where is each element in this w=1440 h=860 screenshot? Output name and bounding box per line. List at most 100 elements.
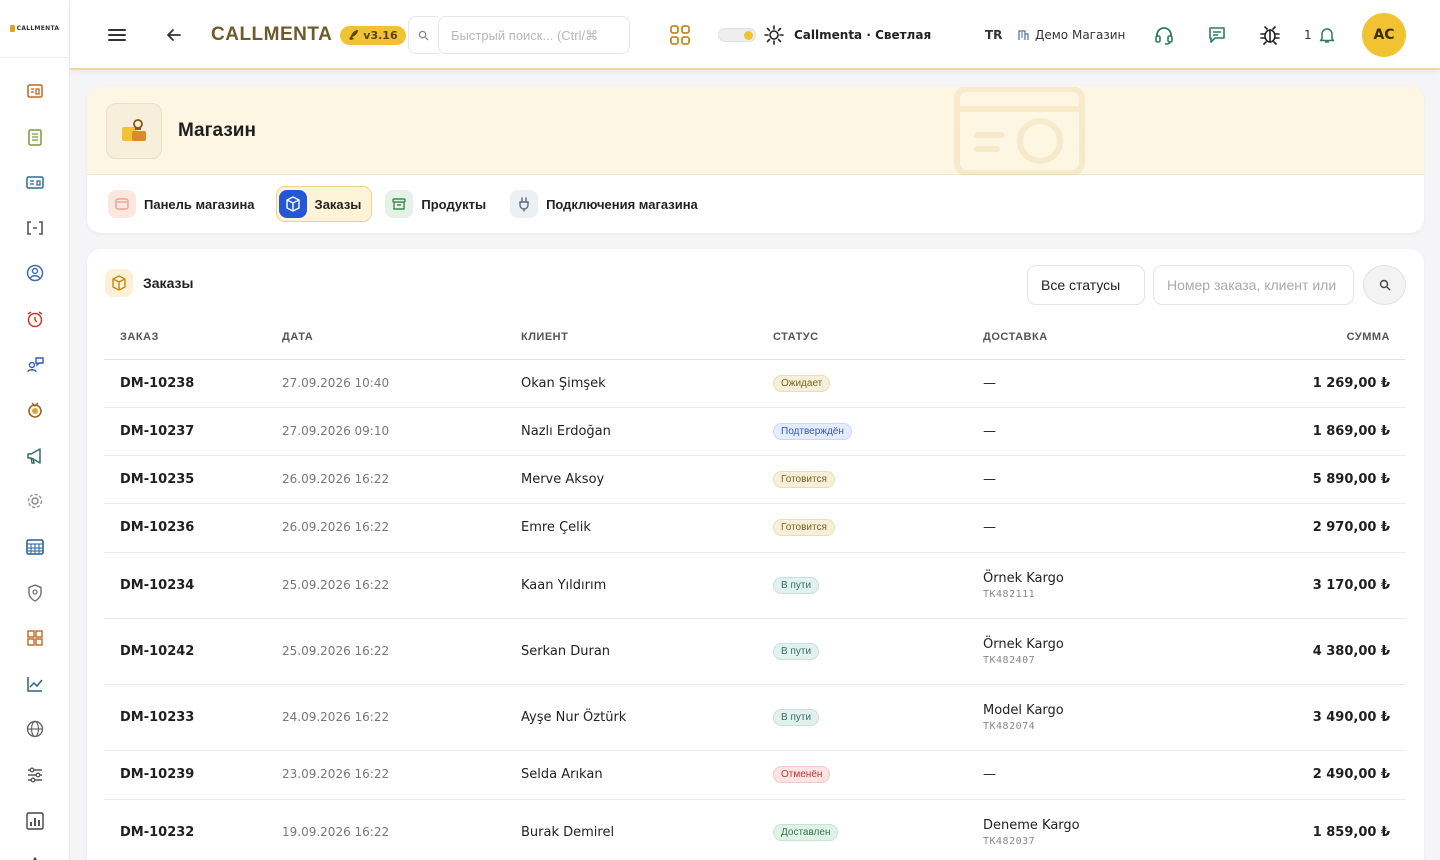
sidebar-item-code-brackets[interactable] <box>24 217 46 239</box>
table-row[interactable]: DM-10233 24.09.2026 16:22 Ayşe Nur Öztürk В… <box>104 684 1406 751</box>
sidebar-item-globe[interactable] <box>24 718 46 740</box>
delivery-carrier: — <box>983 375 996 391</box>
megaphone-icon <box>26 448 41 464</box>
sidebar-item-clipboard[interactable] <box>24 126 46 148</box>
brand[interactable]: CALLMENTA v3.16 <box>211 0 406 70</box>
tab-plug[interactable]: Подключения магазина <box>507 186 709 222</box>
order-id[interactable]: DM-10237 <box>120 424 194 439</box>
theme-toggle[interactable] <box>718 28 756 42</box>
sidebar-item-megaphone[interactable] <box>24 445 46 467</box>
order-client: Nazlı Erdoğan <box>521 423 611 439</box>
version-badge: v3.16 <box>340 25 406 45</box>
table-row[interactable]: DM-10234 25.09.2026 16:22 Kaan Yıldırım В п… <box>104 552 1406 619</box>
tab-label: Заказы <box>314 196 362 212</box>
order-id[interactable]: DM-10233 <box>120 710 194 725</box>
sidebar-nav <box>0 58 69 860</box>
table-row[interactable]: DM-10232 19.09.2026 16:22 Burak Demirel Дос… <box>104 799 1406 860</box>
order-id[interactable]: DM-10236 <box>120 520 194 535</box>
order-id[interactable]: DM-10238 <box>120 376 194 391</box>
status-badge: В пути <box>773 708 820 726</box>
delivery-carrier: Deneme Kargo <box>983 817 1080 833</box>
store-switch[interactable]: Демо Магазин <box>1018 0 1125 70</box>
avatar[interactable]: AC <box>1362 13 1406 57</box>
order-sum: 4 380,00 ₺ <box>1312 643 1390 659</box>
notifications-button[interactable]: 1 <box>1304 0 1336 70</box>
sidebar-item-line-chart[interactable] <box>24 673 46 695</box>
bell-icon <box>1319 28 1334 43</box>
column-header-delivery[interactable]: ДОСТАВКА <box>983 316 1243 360</box>
support-button[interactable] <box>1153 0 1175 70</box>
column-header-order[interactable]: ЗАКАЗ <box>104 316 282 360</box>
tab-archive[interactable]: Продукты <box>382 186 497 222</box>
quick-search-input[interactable] <box>438 16 630 54</box>
table-row[interactable]: DM-10239 23.09.2026 16:22 Selda Arıkan Отме… <box>104 750 1406 800</box>
page-title: Магазин <box>178 119 256 141</box>
sidebar-item-grid-calendar[interactable] <box>24 536 46 558</box>
order-id[interactable]: DM-10232 <box>120 825 194 840</box>
store-label: Демо Магазин <box>1035 28 1126 42</box>
rocket-icon <box>349 30 359 40</box>
order-id[interactable]: DM-10235 <box>120 472 194 487</box>
language-switch[interactable]: TR <box>985 0 1002 70</box>
store-header-card: Магазин Панель магазина Заказы Продукты Под… <box>87 87 1424 233</box>
order-date: 26.09.2026 16:22 <box>282 471 390 486</box>
table-header-row: ЗАКАЗ ДАТА КЛИЕНТ СТАТУС ДОСТАВКА СУММА <box>104 316 1406 360</box>
logo-mark-icon <box>9 25 15 32</box>
search-icon-box[interactable] <box>408 16 438 54</box>
column-header-client[interactable]: КЛИЕНТ <box>521 316 773 360</box>
notification-count: 1 <box>1304 28 1312 42</box>
status-filter-select[interactable]: Все статусы <box>1027 265 1145 305</box>
sidebar-item-shield[interactable] <box>24 582 46 604</box>
sidebar-item-bar-chart[interactable] <box>24 810 46 832</box>
sidebar-item-gear-badge[interactable] <box>24 490 46 512</box>
orders-table: ЗАКАЗ ДАТА КЛИЕНТ СТАТУС ДОСТАВКА СУММА … <box>104 316 1406 860</box>
sidebar-item-alarm[interactable] <box>24 308 46 330</box>
table-row[interactable]: DM-10242 25.09.2026 16:22 Serkan Duran В пу… <box>104 618 1406 685</box>
table-row[interactable]: DM-10235 26.09.2026 16:22 Merve Aksoy Готов… <box>104 455 1406 504</box>
chat-icon <box>1209 27 1225 43</box>
menu-button[interactable] <box>106 0 128 70</box>
order-sum: 2 490,00 ₺ <box>1312 767 1390 782</box>
alarm-icon <box>27 311 42 328</box>
sidebar-item-medal[interactable] <box>24 399 46 421</box>
apps-button[interactable] <box>669 0 691 70</box>
order-id[interactable]: DM-10242 <box>120 644 194 659</box>
status-badge: В пути <box>773 576 820 594</box>
theme-switcher[interactable]: Callmenta · Светлая <box>718 0 931 70</box>
table-row[interactable]: DM-10238 27.09.2026 10:40 Okan Şimşek Ожида… <box>104 359 1406 408</box>
brand-name: CALLMENTA <box>211 24 333 45</box>
order-date: 27.09.2026 10:40 <box>282 375 390 390</box>
tab-box[interactable]: Заказы <box>275 186 373 222</box>
sidebar-item-agent-chat[interactable] <box>24 354 46 376</box>
delivery-carrier: — <box>983 767 996 782</box>
line-chart-icon <box>26 676 43 692</box>
order-date: 24.09.2026 16:22 <box>282 709 390 724</box>
bug-report-button[interactable] <box>1259 0 1281 70</box>
sidebar-logo[interactable]: CALLMENTA <box>0 0 69 58</box>
tab-label: Подключения магазина <box>546 196 698 212</box>
sidebar-item-triangle[interactable] <box>24 855 46 860</box>
column-header-status[interactable]: СТАТУС <box>773 316 983 360</box>
messages-button[interactable] <box>1207 0 1227 70</box>
table-row[interactable]: DM-10237 27.09.2026 09:10 Nazlı Erdoğan Под… <box>104 407 1406 456</box>
orders-search-input[interactable] <box>1153 265 1354 305</box>
sidebar-item-user-circle[interactable] <box>24 262 46 284</box>
table-row[interactable]: DM-10236 26.09.2026 16:22 Emre Çelik Готови… <box>104 503 1406 553</box>
sidebar-item-boxes[interactable] <box>24 627 46 649</box>
column-header-sum[interactable]: СУММА <box>1243 316 1406 360</box>
sidebar-item-id-card[interactable] <box>24 171 46 193</box>
apps-grid-icon <box>670 25 690 45</box>
orders-search-button[interactable] <box>1363 265 1406 305</box>
column-header-date[interactable]: ДАТА <box>282 316 521 360</box>
back-button[interactable] <box>165 0 183 70</box>
sidebar-item-sliders[interactable] <box>24 764 46 786</box>
top-bar: CALLMENTA v3.16 Callmenta · Светлая TR <box>70 0 1440 70</box>
tab-store-panel[interactable]: Панель магазина <box>105 186 266 222</box>
user-menu[interactable]: AC <box>1362 0 1406 70</box>
tracking-number: TK482074 <box>983 720 1036 732</box>
plug-icon <box>510 190 539 218</box>
quick-search <box>408 0 630 70</box>
order-id[interactable]: DM-10234 <box>120 578 194 593</box>
sidebar-item-dashboard[interactable] <box>24 80 46 102</box>
order-id[interactable]: DM-10239 <box>120 767 194 782</box>
